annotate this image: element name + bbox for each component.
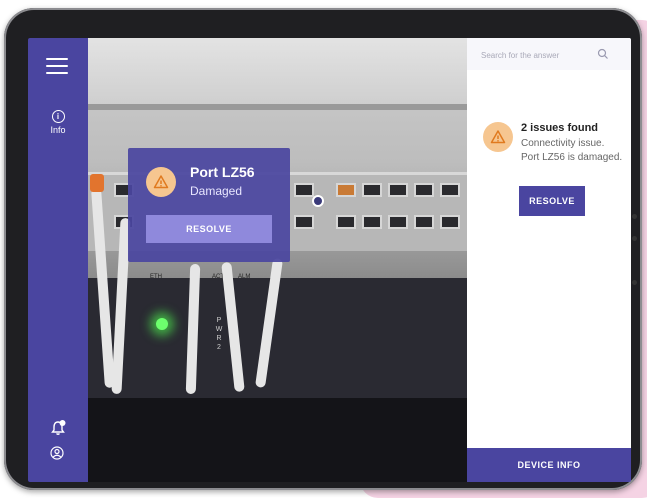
switch-port [294, 183, 314, 197]
bell-icon[interactable] [50, 420, 66, 436]
switch-port [388, 215, 408, 229]
camera-dot [632, 236, 637, 241]
rack-panel [88, 38, 467, 104]
issue-description: Connectivity issue. [521, 138, 605, 149]
device-info-button[interactable]: DEVICE INFO [467, 448, 631, 482]
screen: i Info ETH ACT ALM P W R 2 Port LZ56 Dam… [28, 38, 631, 482]
tablet-frame: i Info ETH ACT ALM P W R 2 Port LZ56 Dam… [4, 8, 642, 490]
port-alert-card: Port LZ56 Damaged RESOLVE [128, 148, 290, 262]
cable-connector [90, 174, 104, 192]
user-icon[interactable] [50, 446, 64, 460]
pwr-char: 2 [217, 344, 221, 351]
camera-dot [632, 280, 637, 285]
pwr-label: P W R 2 [215, 316, 223, 352]
search-bar [467, 38, 631, 70]
switch-port [362, 183, 382, 197]
port-target-marker[interactable] [312, 195, 324, 207]
resolve-button[interactable]: RESOLVE [146, 215, 272, 243]
switch-port [414, 183, 434, 197]
rack-base [88, 398, 467, 482]
hamburger-icon[interactable] [46, 58, 68, 76]
status-led [156, 318, 168, 330]
issues-title: 2 issues found [521, 122, 599, 134]
switch-port [440, 215, 460, 229]
warning-icon [146, 167, 176, 197]
switch-port [388, 183, 408, 197]
port-title: Port LZ56 [190, 164, 255, 180]
warning-icon [483, 122, 513, 152]
issue-description: Port LZ56 is damaged. [521, 152, 623, 163]
port-status: Damaged [190, 184, 243, 198]
search-icon[interactable] [597, 48, 609, 60]
camera-dot [632, 214, 637, 219]
pwr-char: R [216, 335, 222, 342]
resolve-button[interactable]: RESOLVE [519, 186, 585, 216]
switch-port [294, 215, 314, 229]
switch-port [336, 215, 356, 229]
switch-port [414, 215, 434, 229]
pwr-char: P [216, 317, 222, 324]
info-icon: i [51, 110, 65, 123]
sidebar-item-info[interactable]: i Info [42, 110, 74, 135]
sidebar-item-label: Info [50, 125, 66, 135]
issues-panel: 2 issues found Connectivity issue. Port … [467, 38, 631, 482]
sidebar: i Info [28, 38, 88, 482]
switch-port [440, 183, 460, 197]
rack-rail [88, 104, 467, 110]
switch-port-damaged [336, 183, 356, 197]
search-input[interactable] [479, 46, 593, 64]
switch-port [362, 215, 382, 229]
pwr-char: W [215, 326, 223, 333]
